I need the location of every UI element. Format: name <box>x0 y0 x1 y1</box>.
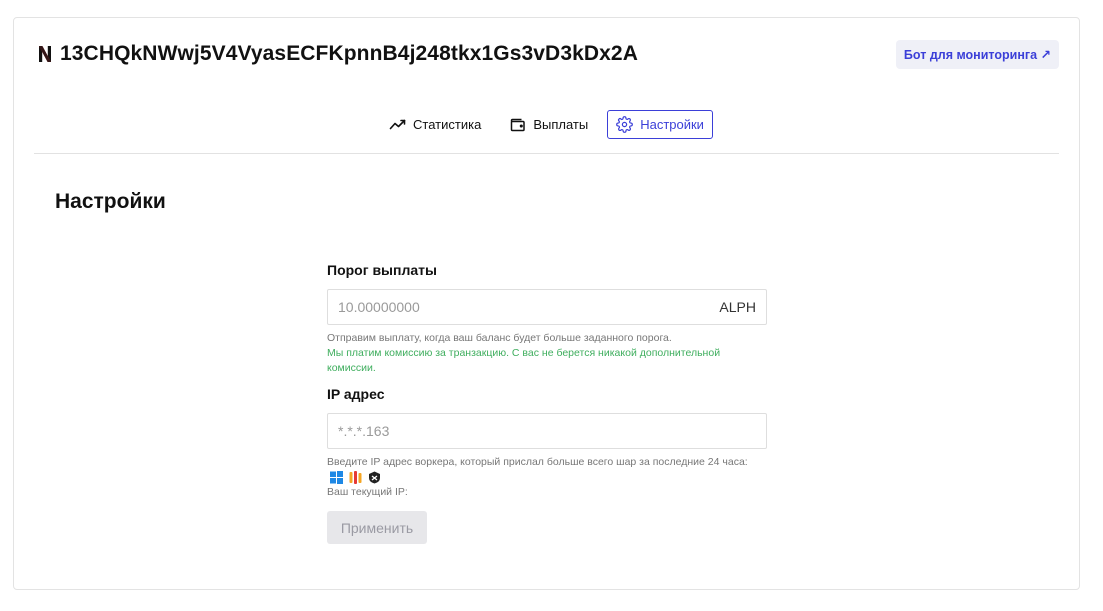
current-ip: Ваш текущий IP: <box>327 486 408 498</box>
windows-icon[interactable] <box>330 470 343 484</box>
os-icons <box>330 470 381 484</box>
tab-payouts[interactable]: Выплаты <box>500 110 597 139</box>
settings-card: 13CHQkNWwj5V4VyasECFKpnnB4j248tkx1Gs3vD3… <box>13 17 1080 590</box>
monitoring-bot-button[interactable]: Бот для мониторинга ↗ <box>895 40 1059 69</box>
apply-button[interactable]: Применить <box>327 511 427 544</box>
wallet-icon <box>511 118 526 132</box>
wallet-address: 13CHQkNWwj5V4VyasECFKpnnB4j248tkx1Gs3vD3… <box>60 42 638 65</box>
wallet-header: 13CHQkNWwj5V4VyasECFKpnnB4j248tkx1Gs3vD3… <box>38 42 638 66</box>
settings-form: Порог выплаты 10.00000000 ALPH Отправим … <box>327 262 767 544</box>
tab-payouts-label: Выплаты <box>533 117 589 132</box>
threshold-unit: ALPH <box>719 299 756 315</box>
monitoring-bot-label: Бот для мониторинга ↗ <box>903 48 1051 62</box>
chart-line-icon <box>389 119 406 130</box>
ip-hint: Введите IP адрес воркера, который присла… <box>327 455 767 485</box>
ip-placeholder: *.*.*.163 <box>338 423 390 439</box>
threshold-hint: Отправим выплату, когда ваш баланс будет… <box>327 332 672 344</box>
tab-settings[interactable]: Настройки <box>607 110 713 139</box>
threshold-input[interactable]: 10.00000000 ALPH <box>327 289 767 325</box>
gear-icon <box>616 116 634 133</box>
tabs-bar: Статистика Выплаты Настройки <box>14 110 1079 139</box>
tab-statistics[interactable]: Статистика <box>380 110 490 139</box>
tabs-divider <box>34 153 1059 154</box>
fee-note: Мы платим комиссию за транзакцию. С вас … <box>327 347 721 374</box>
alephium-logo-icon <box>39 46 51 62</box>
tab-statistics-label: Статистика <box>413 117 482 132</box>
threshold-label: Порог выплаты <box>327 262 437 278</box>
threshold-placeholder: 10.00000000 <box>338 299 420 315</box>
rave-os-icon[interactable] <box>368 471 381 484</box>
ip-input[interactable]: *.*.*.163 <box>327 413 767 449</box>
hiveos-icon[interactable] <box>349 470 362 484</box>
page-title: Настройки <box>55 190 166 213</box>
ip-label: IP адрес <box>327 386 385 402</box>
tab-settings-label: Настройки <box>640 117 704 132</box>
ip-hint-text: Введите IP адрес воркера, который присла… <box>327 456 748 468</box>
